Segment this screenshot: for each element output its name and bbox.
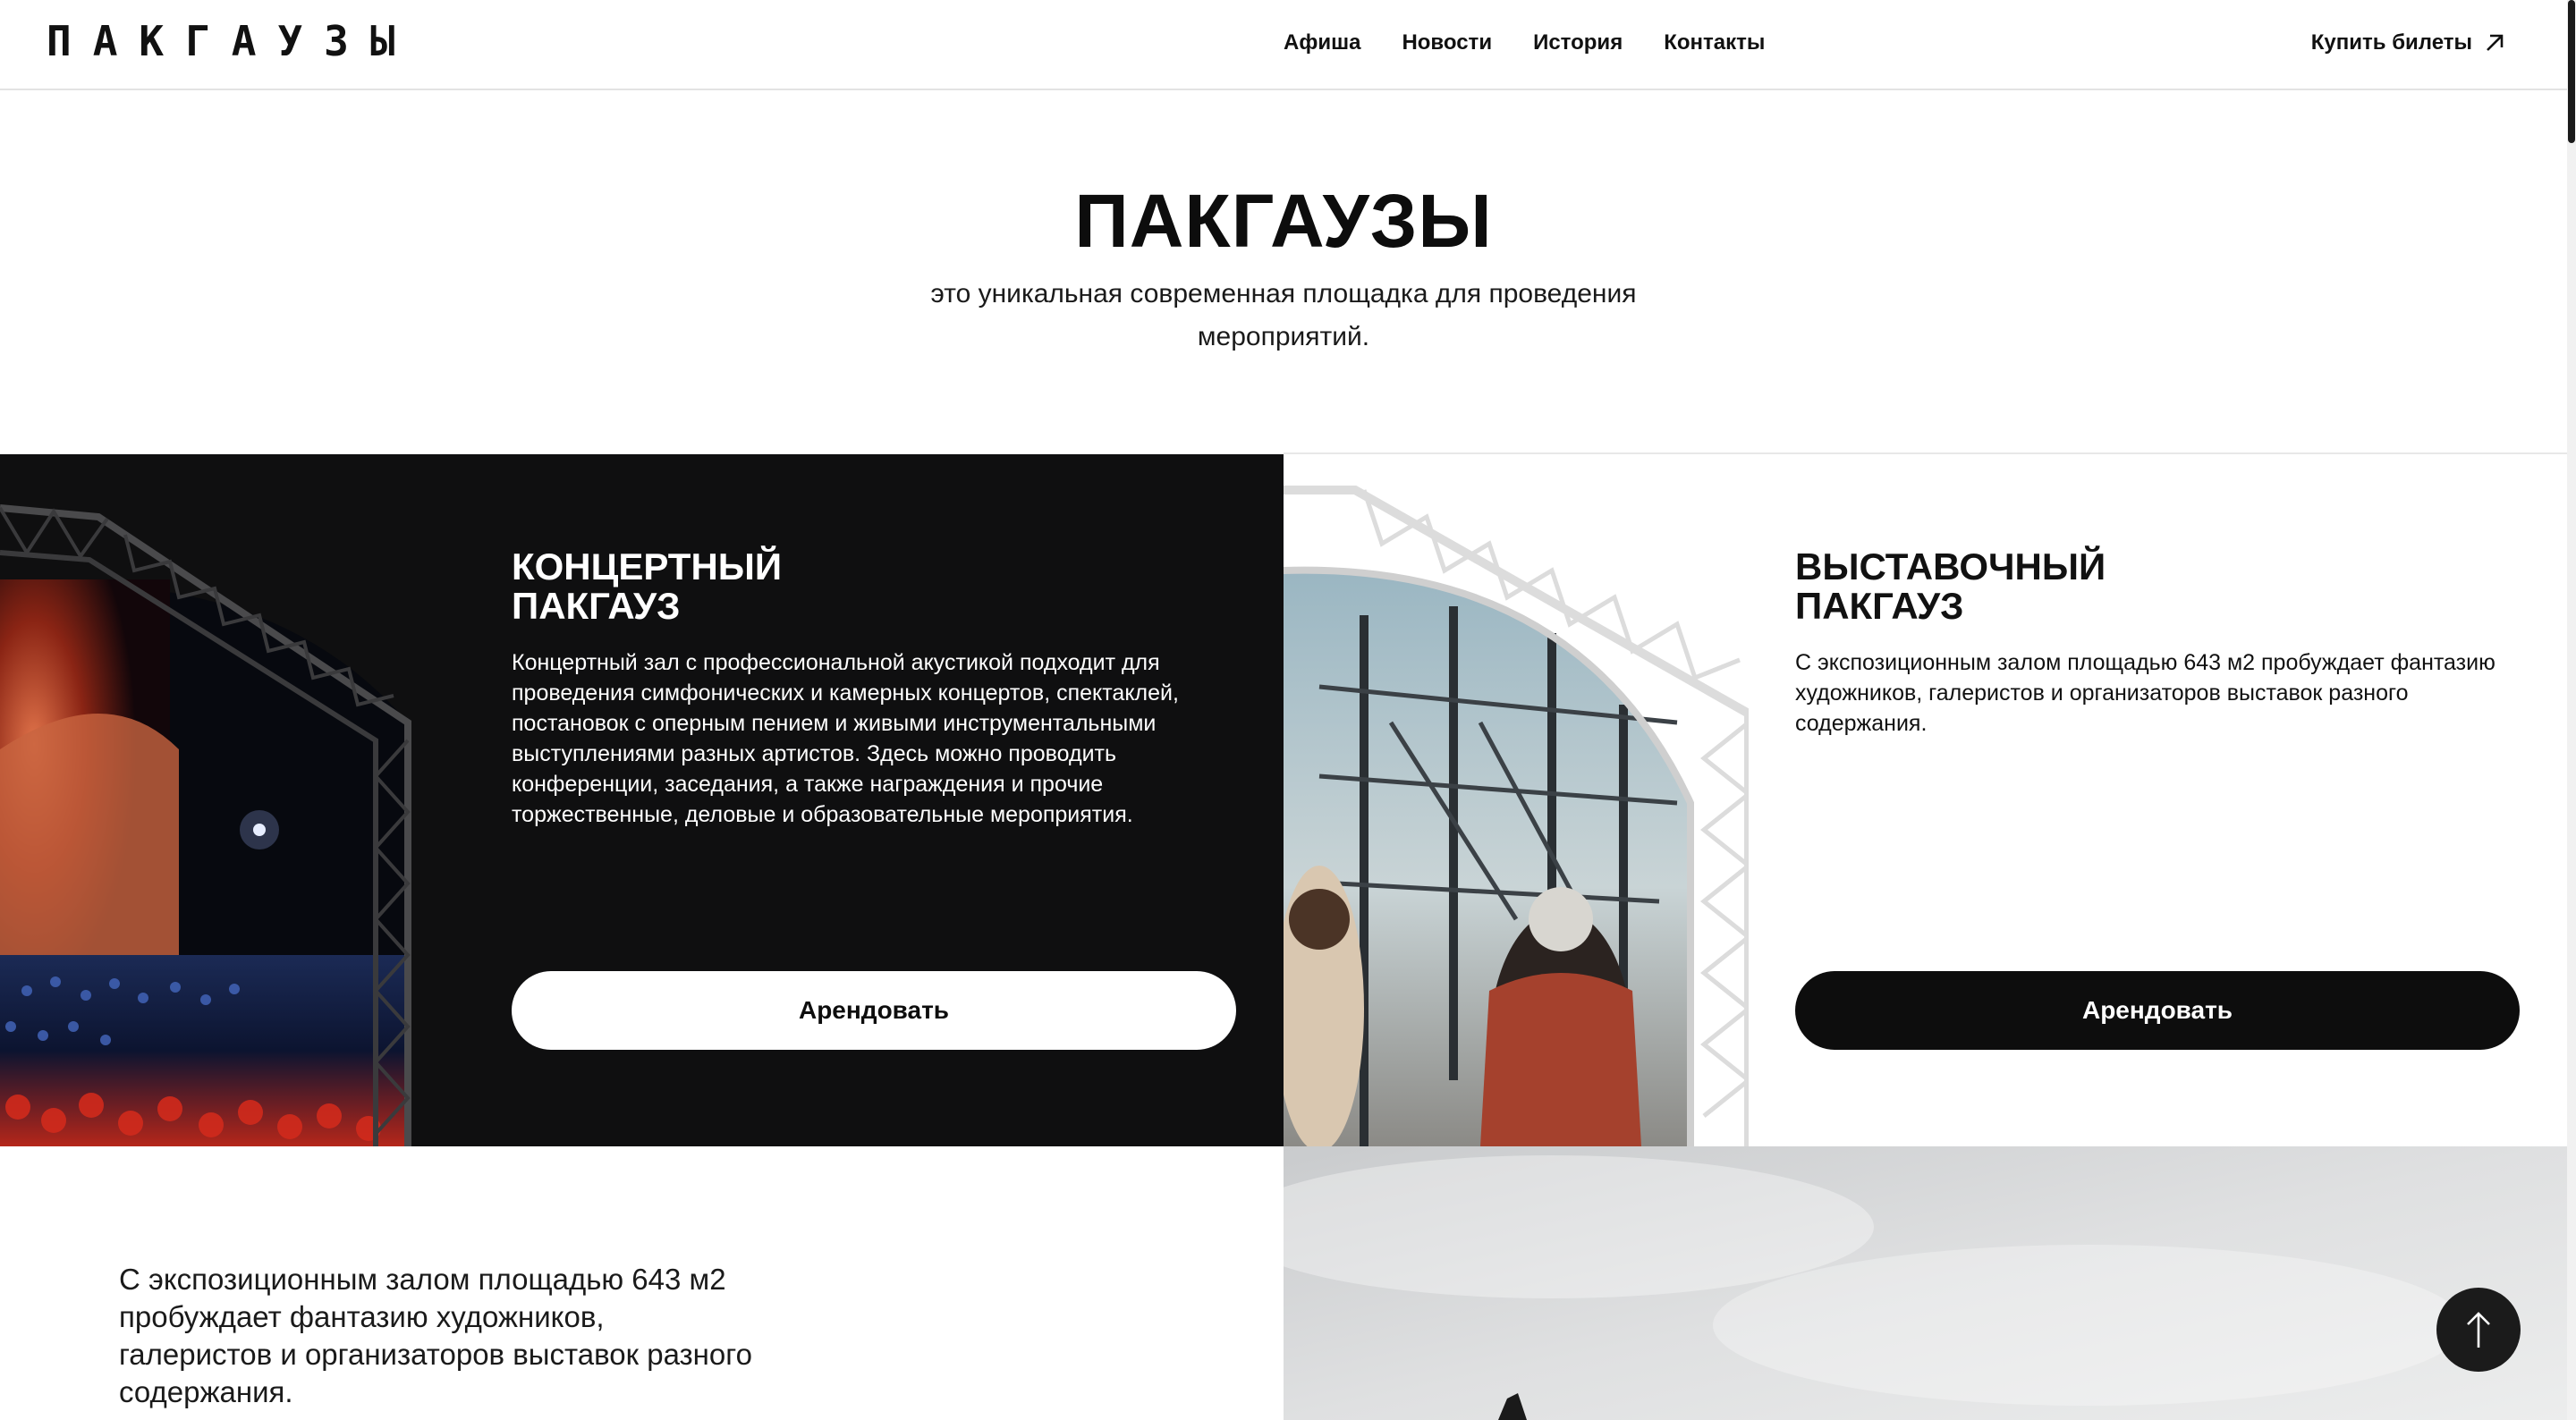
- exhibition-hall-title-line1: ВЫСТАВОЧНЫЙ: [1795, 545, 2106, 587]
- scrollbar-thumb[interactable]: [2568, 0, 2575, 143]
- exhibition-hall-photo: [1284, 454, 1749, 1146]
- nav-item-history[interactable]: История: [1533, 27, 1623, 59]
- site-header: ПАКГАУЗЫ Афиша Новости История Контакты …: [0, 0, 2567, 90]
- rent-concert-hall-button[interactable]: Арендовать: [512, 971, 1236, 1050]
- hero-subtitle: это уникальная современная площадка для …: [930, 279, 1637, 351]
- site-logo[interactable]: ПАКГАУЗЫ: [47, 21, 417, 62]
- concert-hall-title-line1: КОНЦЕРТНЫЙ: [512, 545, 783, 587]
- concert-hall-title: КОНЦЕРТНЫЙ ПАКГАУЗ: [512, 547, 1048, 626]
- exhibition-hall-card: ВЫСТАВОЧНЫЙ ПАКГАУЗ С экспозиционным зал…: [1284, 454, 2567, 1146]
- nav-item-news[interactable]: Новости: [1402, 27, 1492, 59]
- scroll-to-top-button[interactable]: [2436, 1288, 2521, 1372]
- arrow-up-right-icon: [2487, 34, 2504, 51]
- buy-tickets-label: Купить билеты: [2310, 30, 2472, 55]
- exhibition-hall-description: С экспозиционным залом площадью 643 м2 п…: [1795, 650, 2496, 736]
- main-nav: Афиша Новости История Контакты: [1284, 27, 1806, 59]
- concert-hall-title-line2: ПАКГАУЗ: [512, 585, 681, 627]
- nav-item-contacts[interactable]: Контакты: [1664, 27, 1765, 59]
- concert-hall-photo: [0, 454, 465, 1146]
- concert-hall-card: КОНЦЕРТНЫЙ ПАКГАУЗ Концертный зал с проф…: [0, 454, 1284, 1146]
- rent-exhibition-hall-button[interactable]: Арендовать: [1795, 971, 2520, 1050]
- exhibition-hall-title-line2: ПАКГАУЗ: [1795, 585, 1964, 627]
- page-scrollbar[interactable]: [2567, 0, 2576, 1420]
- sky-photo: [1284, 1146, 2567, 1420]
- buy-tickets-link[interactable]: Купить билеты: [2311, 27, 2506, 59]
- arrow-up-icon: [2467, 1312, 2490, 1348]
- nav-item-afisha[interactable]: Афиша: [1284, 27, 1360, 59]
- hero-title: ПАКГАУЗЫ: [1074, 179, 1493, 263]
- exhibition-intro-text: С экспозиционным залом площадью 643 м2 п…: [119, 1263, 752, 1408]
- exhibition-hall-title: ВЫСТАВОЧНЫЙ ПАКГАУЗ: [1795, 547, 2332, 626]
- concert-hall-description: Концертный зал с профессиональной акусти…: [512, 650, 1179, 827]
